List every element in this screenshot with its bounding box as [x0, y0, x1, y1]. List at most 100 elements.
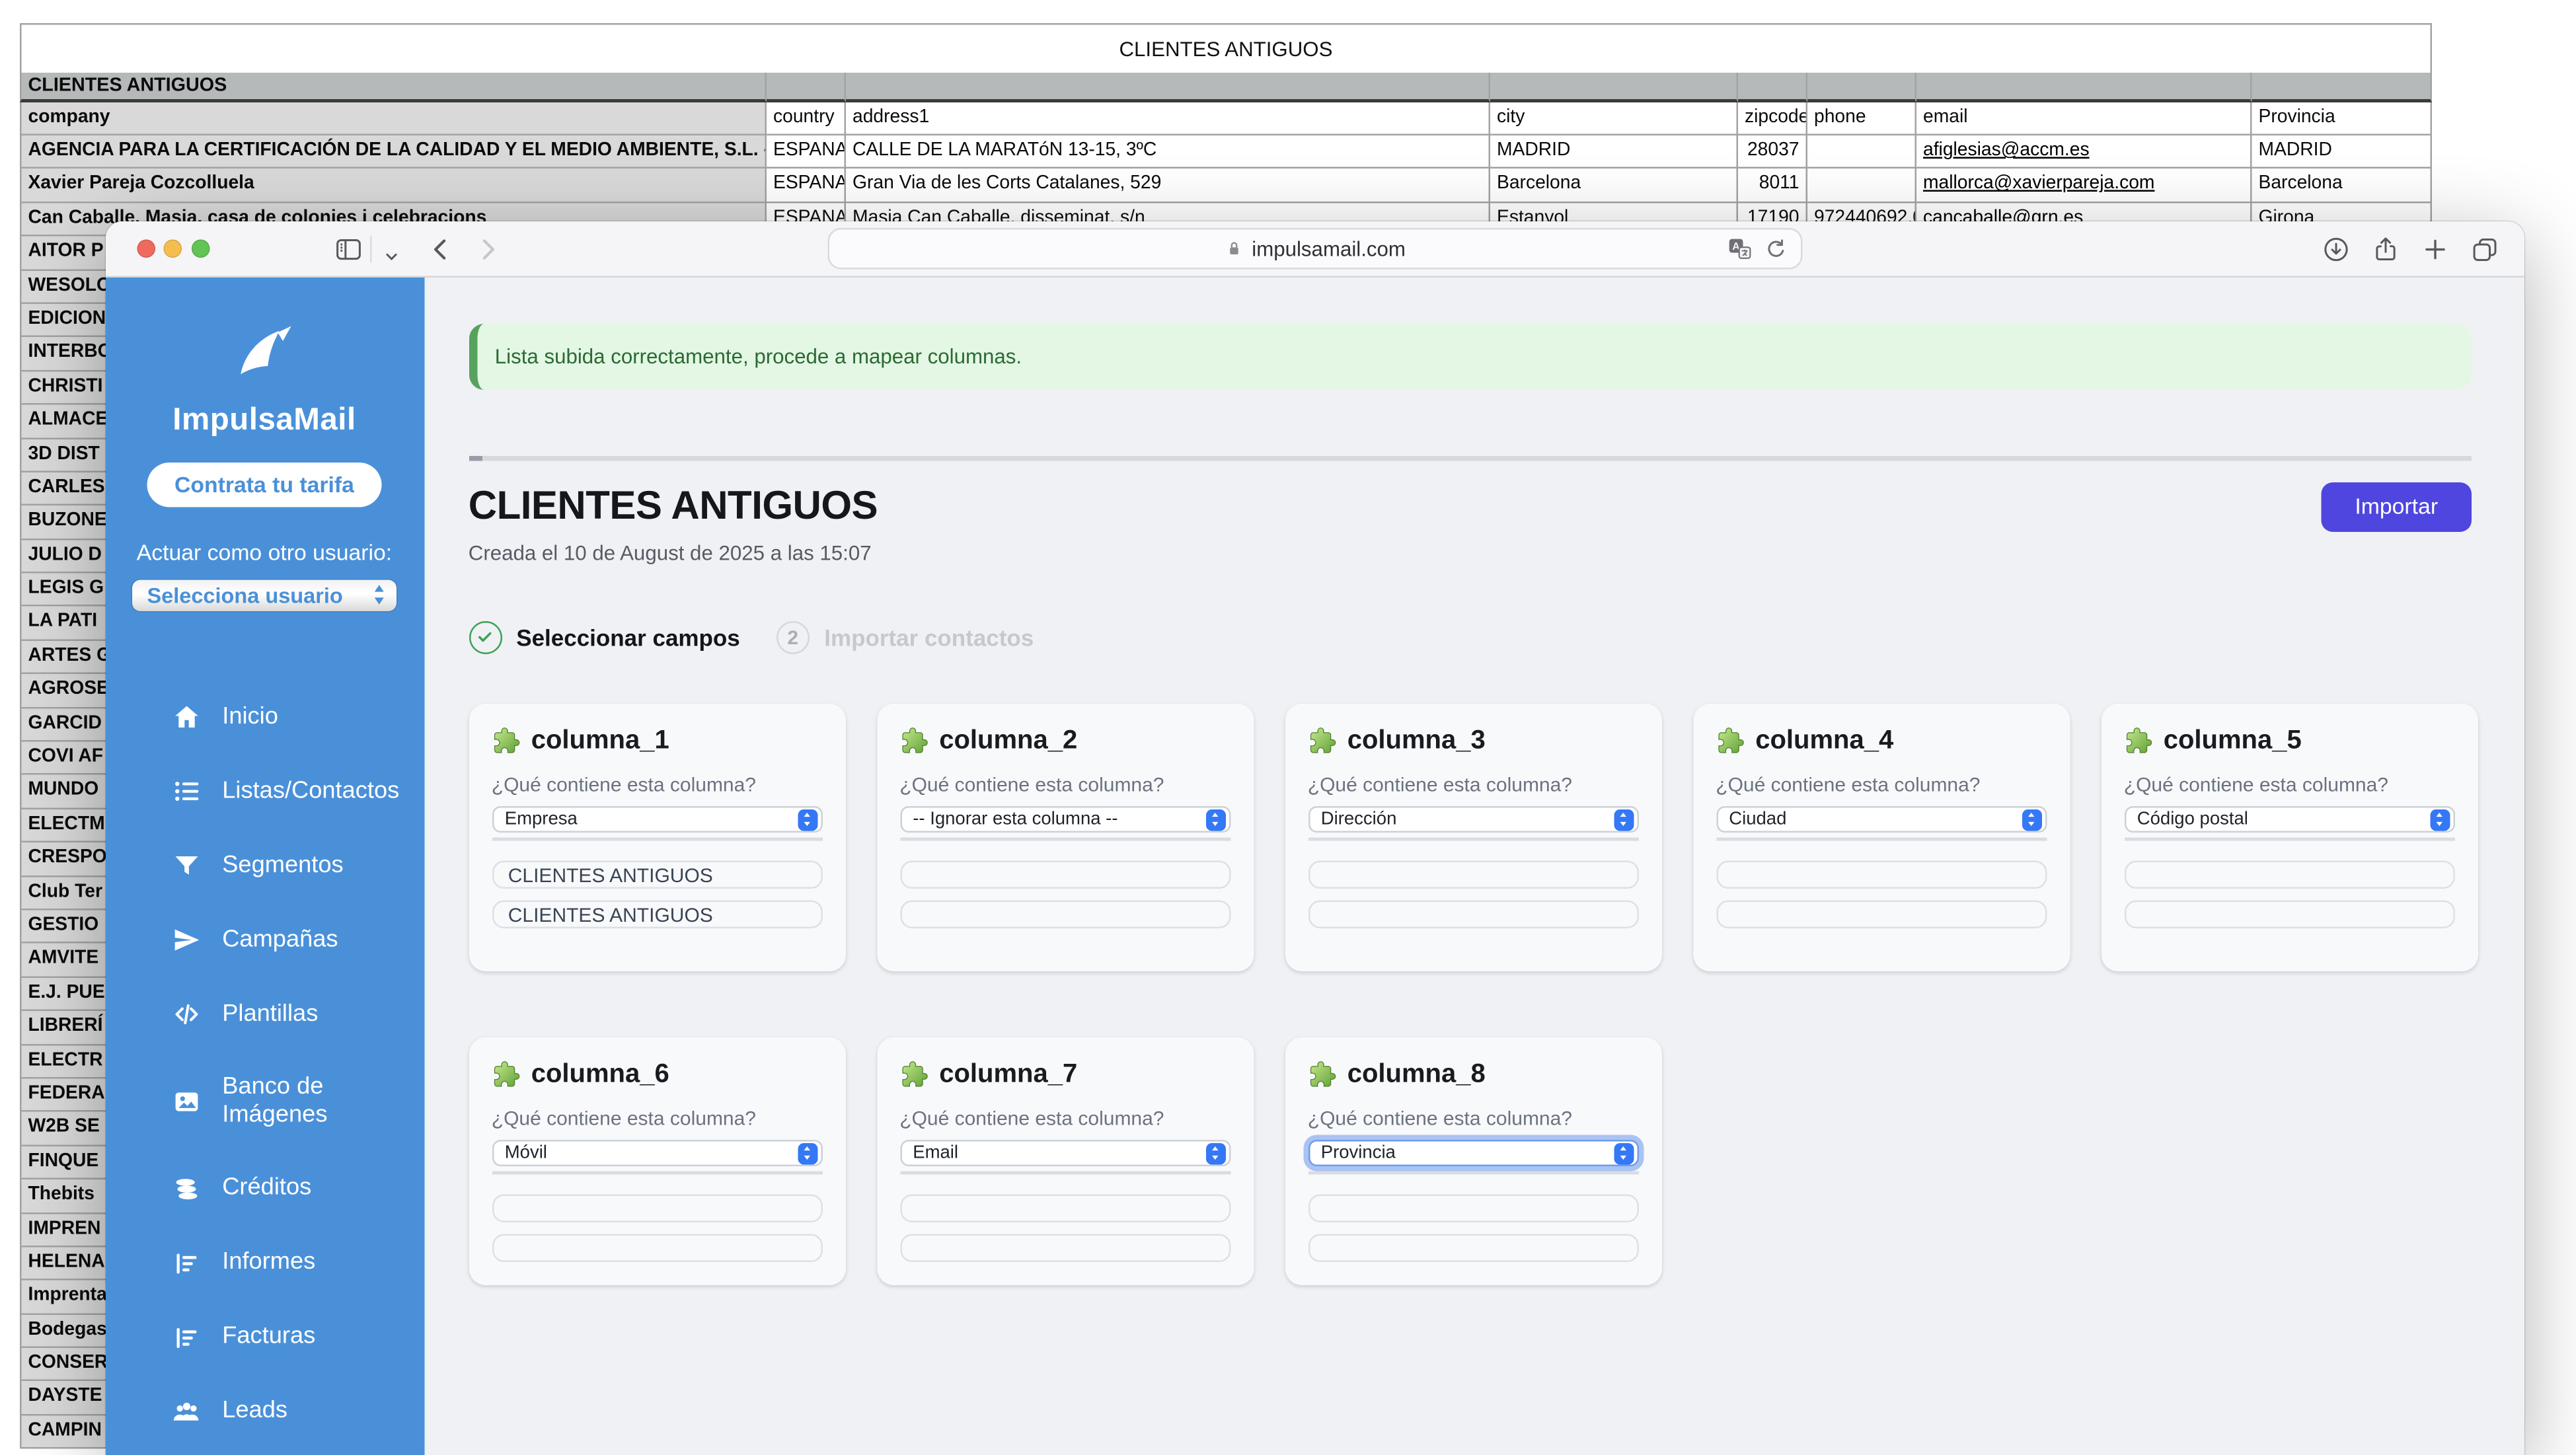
column-mapping-select[interactable]: Móvil: [492, 1139, 822, 1166]
sidebar-item-informes[interactable]: Informes: [105, 1226, 424, 1300]
select-underline: [899, 1171, 1230, 1174]
sheet-cell: zipcode: [1738, 102, 1807, 135]
sidebar-item-leads[interactable]: Leads: [105, 1374, 424, 1449]
sample-value-box: [899, 900, 1230, 928]
reload-icon[interactable]: [1762, 237, 1789, 263]
sidebar-item-campa-as[interactable]: Campañas: [105, 903, 424, 978]
column-question-label: ¿Qué contiene esta columna?: [492, 1106, 822, 1129]
app-sidebar: ImpulsaMail Contrata tu tarifa Actuar co…: [105, 277, 424, 1455]
url-text: impulsamail.com: [1252, 237, 1406, 260]
sheet-cell: CALLE DE LA MARATóN 13-15, 3ºC: [846, 135, 1490, 169]
sheet-cell: city: [1490, 102, 1738, 135]
sheet-cell: MADRID: [1490, 135, 1738, 169]
puzzle-icon: [492, 728, 520, 756]
select-arrows-icon: [372, 583, 387, 607]
sidebar-item-label: Campañas: [222, 926, 338, 954]
sample-value-box: [899, 1194, 1230, 1222]
send-icon: [171, 926, 201, 955]
minimize-button[interactable]: [164, 240, 182, 258]
column-name: columna_4: [1755, 726, 1893, 756]
coins-icon: [171, 1174, 201, 1204]
translate-icon[interactable]: A: [1726, 237, 1753, 263]
column-card-columna_1: columna_1¿Qué contiene esta columna?Empr…: [469, 703, 845, 971]
back-icon[interactable]: [426, 234, 455, 264]
select-stepper-icon[interactable]: [797, 1143, 817, 1164]
column-mapping-select[interactable]: Email: [899, 1139, 1230, 1166]
close-button[interactable]: [136, 240, 155, 258]
column-mapping-select[interactable]: Empresa: [492, 805, 822, 832]
share-icon[interactable]: [2370, 234, 2400, 264]
puzzle-icon: [492, 1061, 520, 1090]
address-bar[interactable]: impulsamail.com A: [827, 229, 1802, 270]
column-question-label: ¿Qué contiene esta columna?: [492, 772, 822, 796]
sheet-band-row: CLIENTES ANTIGUOS: [20, 73, 2432, 102]
home-icon: [171, 702, 201, 732]
contrata-tarifa-button[interactable]: Contrata tu tarifa: [147, 462, 383, 507]
column-mapping-select[interactable]: Código postal: [2124, 805, 2454, 832]
column-mapping-select[interactable]: Provincia: [1308, 1139, 1638, 1166]
wizard-steps: Seleccionar campos 2 Importar contactos: [469, 620, 2472, 653]
column-mapping-select[interactable]: -- Ignorar esta columna --: [899, 805, 1230, 832]
sheet-cell: 28037: [1738, 135, 1807, 169]
sheet-cell: [2252, 73, 2433, 102]
select-stepper-icon[interactable]: [1205, 809, 1226, 830]
select-underline: [899, 837, 1230, 840]
sidebar-item-label: Listas/Contactos: [222, 778, 387, 805]
impersonate-label: Actuar como otro usuario:: [105, 540, 424, 565]
selected-option: Provincia: [1309, 1142, 1396, 1162]
import-button[interactable]: Importar: [2322, 482, 2472, 531]
email-link[interactable]: mallorca@xavierpareja.com: [1923, 174, 2154, 194]
user-select[interactable]: Selecciona usuario: [132, 579, 397, 611]
sample-value-box: CLIENTES ANTIGUOS: [492, 860, 822, 889]
main-content: Lista subida correctamente, procede a ma…: [424, 277, 2524, 1455]
sheet-cell: afiglesias@accm.es: [1916, 135, 2252, 169]
select-underline: [2124, 837, 2454, 840]
chevron-down-icon[interactable]: [381, 241, 400, 270]
select-stepper-icon[interactable]: [2429, 809, 2450, 830]
tab-overview-icon[interactable]: [2469, 234, 2499, 264]
sheet-cell: [1807, 135, 1916, 169]
sidebar-item-banco-de-im-genes[interactable]: Banco de Imágenes: [105, 1052, 424, 1152]
sample-value-box: [899, 860, 1230, 889]
sidebar-item-label: Banco de Imágenes: [222, 1074, 387, 1129]
select-stepper-icon[interactable]: [797, 809, 817, 830]
select-stepper-icon[interactable]: [1613, 809, 1634, 830]
select-underline: [1308, 837, 1638, 840]
column-name: columna_2: [939, 726, 1077, 756]
selected-option: Ciudad: [1718, 809, 1787, 829]
select-stepper-icon[interactable]: [2022, 809, 2042, 830]
email-link[interactable]: afiglesias@accm.es: [1923, 141, 2090, 161]
zoom-button[interactable]: [191, 240, 209, 258]
scrollbar-thumb[interactable]: [469, 455, 482, 461]
column-name: columna_3: [1347, 726, 1486, 756]
column-card-columna_6: columna_6¿Qué contiene esta columna?Móvi…: [469, 1037, 845, 1285]
select-stepper-icon[interactable]: [1613, 1143, 1634, 1164]
selected-option: Móvil: [493, 1142, 547, 1162]
sheet-cell: ESPANA: [767, 169, 846, 203]
sidebar-item-listas-contactos[interactable]: Listas/Contactos: [105, 755, 424, 829]
sheet-cell: Barcelona: [2252, 169, 2433, 203]
sidebar-item-plantillas[interactable]: Plantillas: [105, 977, 424, 1052]
horizontal-scrollbar[interactable]: [469, 455, 2472, 461]
toolbar-divider: [369, 236, 371, 262]
downloads-icon[interactable]: [2320, 234, 2350, 264]
sidebar-item-label: Informes: [222, 1250, 315, 1277]
brand-title: ImpulsaMail: [105, 402, 424, 439]
sidebar-toggle-icon[interactable]: [333, 234, 363, 264]
column-mapping-select[interactable]: Ciudad: [1716, 805, 2046, 832]
forward-icon[interactable]: [472, 234, 502, 264]
column-card-columna_5: columna_5¿Qué contiene esta columna?Códi…: [2101, 703, 2478, 971]
select-stepper-icon[interactable]: [1205, 1143, 1226, 1164]
column-name: columna_7: [939, 1060, 1077, 1090]
sidebar-item-inicio[interactable]: Inicio: [105, 680, 424, 755]
column-mapping-select[interactable]: Dirección: [1308, 805, 1638, 832]
new-tab-icon[interactable]: [2419, 234, 2449, 264]
sidebar-item-cr-ditos[interactable]: Créditos: [105, 1152, 424, 1226]
sheet-cell: [1807, 73, 1916, 102]
column-question-label: ¿Qué contiene esta columna?: [899, 1106, 1230, 1129]
sidebar-item-segmentos[interactable]: Segmentos: [105, 829, 424, 903]
sidebar-item-facturas[interactable]: Facturas: [105, 1300, 424, 1375]
column-question-label: ¿Qué contiene esta columna?: [1308, 1106, 1638, 1129]
sample-value-box: [2124, 900, 2454, 928]
sheet-data-row: AGENCIA PARA LA CERTIFICACIÓN DE LA CALI…: [20, 135, 2432, 169]
